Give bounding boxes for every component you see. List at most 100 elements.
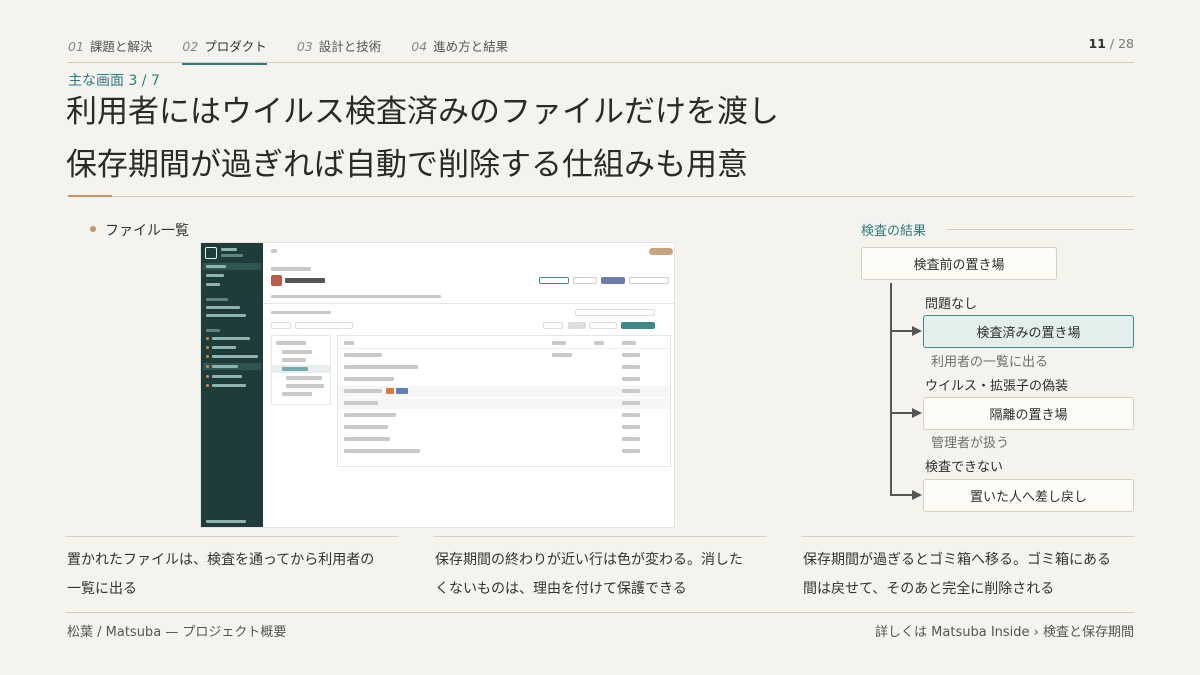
screenshot-button [629,277,669,284]
caption-line: 間は戻せて、そのあと完全に削除される [803,581,1055,597]
caption-file-list: 置かれたファイルは、検査を通ってから利用者の 一覧に出る [67,546,399,604]
tab-label: プロダクト [204,39,267,54]
title-divider [112,196,1134,197]
screenshot-line [344,449,420,453]
screenshot-sidebar-line [206,265,226,268]
screenshot-sidebar-line [212,346,236,349]
page-title: 利用者にはウイルス検査済みのファイルだけを渡し 保存期間が過ぎれば自動で削除する… [66,86,1146,192]
screenshot-line [552,353,572,357]
footer-more-link[interactable]: 詳しくは Matsuba Inside › 検査と保存期間 [875,621,1134,640]
screenshot-sidebar-line [212,337,250,340]
flow-target-quarantine: 隔離の置き場 [923,397,1134,430]
screenshot-upload-button [621,322,655,329]
tab-label: 設計と技術 [318,39,382,54]
tab-label: 課題と解決 [89,39,153,54]
screenshot-button [589,322,617,329]
flow-heading: 検査の結果 [861,224,927,239]
section-tabs: 01 課題と解決 02 プロダクト 03 設計と技術 04 進め方と結果 [68,36,1134,65]
screenshot-sidebar-line [206,329,220,332]
screenshot-sidebar-line [206,314,246,317]
screenshot-line [271,267,311,271]
screenshot-line [344,401,378,405]
screenshot-sidebar-line [212,355,258,358]
tab-section-01[interactable]: 01 課題と解決 [68,36,152,65]
screenshot-line [282,392,312,396]
nav-divider [68,62,1134,63]
screenshot-button [295,322,353,329]
caption-line: くないものは、理由を付けて保護できる [435,581,687,597]
caption-rule-2 [434,536,766,537]
screenshot-sidebar-line [206,306,240,309]
arrow-right-icon [912,408,922,418]
footer-divider [66,612,1134,613]
caption-rule-3 [802,536,1134,537]
tab-label: 進め方と結果 [433,39,509,54]
screenshot-line [622,389,640,393]
screenshot-button [543,322,563,329]
screenshot-line [344,377,394,381]
caption-trash: 保存期間が過ぎるとゴミ箱へ移る。ゴミ箱にある 間は戻せて、そのあと完全に削除され… [803,546,1135,604]
screenshot-line [286,376,322,380]
caption-rule-1 [66,536,398,537]
flow-start-box: 検査前の置き場 [861,247,1057,280]
screenshot-line [344,365,418,369]
screenshot-sidebar-dot-icon [206,355,209,358]
tab-number: 03 [296,39,313,54]
flow-target-return: 置いた人へ差し戻し [923,479,1134,512]
screenshot-avatar [649,248,673,255]
screenshot-line [344,437,390,441]
caption-line: 置かれたファイルは、検査を通ってから利用者の [67,552,375,568]
screenshot-line [622,425,640,429]
screenshot-button [568,322,586,329]
screenshot-line [285,278,325,283]
flow-target-clean: 検査済みの置き場 [923,315,1134,348]
screenshot-sidebar-line [212,375,242,378]
screenshot-line [344,425,388,429]
screenshot-line [594,341,604,345]
screenshot-logo-icon [205,247,217,259]
screenshot-divider [263,303,674,304]
screenshot-sidebar-line [221,254,243,257]
screenshot-sidebar-line [212,384,246,387]
tab-section-03[interactable]: 03 設計と技術 [297,36,381,65]
screenshot-line [271,311,331,314]
screenshot-line [344,341,354,345]
screenshot-row-highlight [338,398,670,409]
screenshot-line [282,358,306,362]
flow-condition-3: 検査できない [925,460,1004,475]
screenshot-button [271,322,291,329]
screenshot-sidebar-dot-icon [206,384,209,387]
screenshot-line [344,413,396,417]
screenshot-line [622,341,636,345]
title-line-1: 利用者にはウイルス検査済みのファイルだけを渡し [66,94,779,130]
caption-line: 保存期間の終わりが近い行は色が変わる。消した [435,552,743,568]
screenshot-sidebar [201,243,263,527]
screenshot-sidebar-dot-icon [206,375,209,378]
screenshot-line [276,341,306,345]
screenshot-sidebar-line [206,298,228,301]
arrow-right-icon [912,326,922,336]
footer-project-name: 松葉 / Matsuba — プロジェクト概要 [67,625,287,640]
page-current: 11 [1088,36,1106,51]
flow-note-2: 管理者が扱う [931,436,1010,451]
screenshot-folder-tree [271,335,331,405]
screenshot-folder-badge [271,275,282,286]
screenshot-line [271,249,277,253]
screenshot-sidebar-dot-icon [206,346,209,349]
screenshot-sidebar-line [206,283,220,286]
page-total: / 28 [1109,36,1134,51]
caption-retention: 保存期間の終わりが近い行は色が変わる。消した くないものは、理由を付けて保護でき… [435,546,767,604]
flow-condition-2: ウイルス・拡張子の偽装 [925,379,1069,394]
caption-line: 保存期間が過ぎるとゴミ箱へ移る。ゴミ箱にある [803,552,1111,568]
screenshot-expiry-badge [386,388,394,394]
screenshot-line [622,401,640,405]
tab-section-02[interactable]: 02 プロダクト [182,36,268,65]
screenshot-line [552,341,566,345]
tab-section-04[interactable]: 04 進め方と結果 [411,36,508,65]
tab-number: 02 [182,39,199,54]
screenshot-line [622,437,640,441]
screenshot-line [622,449,640,453]
screenshot-line [344,353,382,357]
screenshot-line [622,413,640,417]
screenshot-sidebar-line [206,274,224,277]
